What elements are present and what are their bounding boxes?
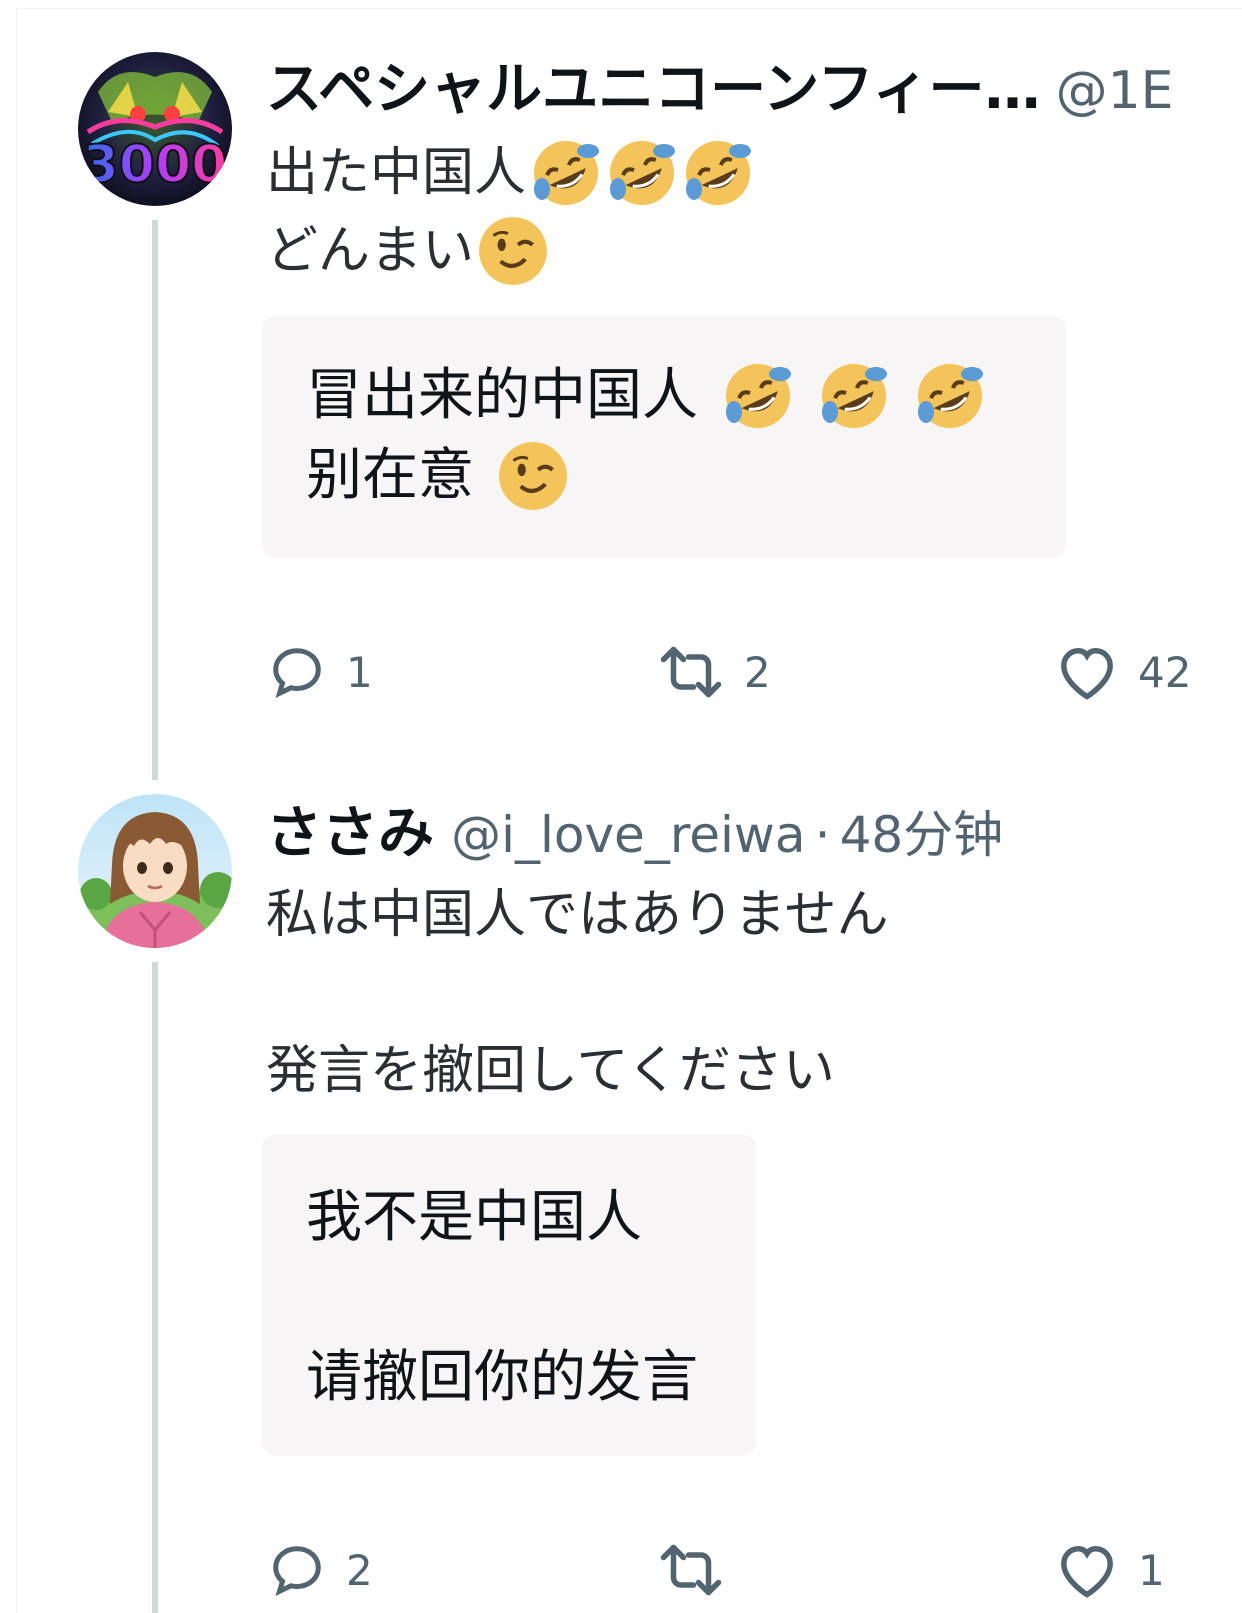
avatar-image: 3000 [78, 52, 232, 206]
text-line-1: 出た中国人 [266, 143, 527, 203]
rolling-on-floor-laughing-emoji [610, 141, 676, 205]
translation-line-1: 冒出来的中国人 [306, 363, 698, 428]
translation-line: 冒出来的中国人 [306, 356, 986, 436]
translation-text: 冒出来的中国人 别在意 [306, 356, 986, 516]
translation-line-spacer [306, 1258, 698, 1338]
tweet-text: 出た中国人 どんまい [266, 134, 754, 290]
retweet-icon [660, 646, 722, 698]
reply-icon [273, 648, 321, 698]
winking-face-emoji [479, 217, 547, 285]
svg-text:3000: 3000 [83, 135, 228, 195]
display-name[interactable]: スペシャルユニコーンフィー… [266, 57, 1040, 122]
like-button[interactable]: 42 [1054, 642, 1191, 702]
tweet-text-line: 出た中国人 [266, 134, 754, 212]
tweet-header: スペシャルユニコーンフィー… @1E [266, 62, 1174, 118]
text-line-1: 私は中国人ではありません [266, 885, 889, 945]
separator: · [814, 806, 831, 864]
text-line-spacer [266, 954, 888, 1032]
tweet-header: ささみ @i_love_reiwa · 48分钟 [266, 806, 1003, 862]
avatar-image [78, 794, 232, 948]
retweet-icon [660, 1544, 722, 1596]
text-line-2: 発言を撤回してください [266, 1041, 835, 1101]
winking-face-emoji [499, 442, 567, 510]
avatar[interactable] [78, 794, 232, 948]
rolling-on-floor-laughing-emoji [822, 364, 887, 428]
translation-line-1: 我不是中国人 [306, 1185, 642, 1250]
like-count: 1 [1138, 1545, 1165, 1595]
translation-line-2: 请撤回你的发言 [306, 1345, 698, 1410]
translation-line-2: 别在意 [306, 443, 474, 508]
thread-line [152, 962, 158, 1613]
tweet-text: 私は中国人ではありません 発言を撤回してください [266, 876, 888, 1110]
like-count: 42 [1138, 647, 1192, 697]
rolling-on-floor-laughing-emoji [918, 364, 983, 428]
text-line-2: どんまい [266, 221, 475, 281]
handle[interactable]: @1E [1056, 61, 1174, 121]
reply-count: 2 [346, 1545, 373, 1595]
reply-button[interactable]: 1 [266, 642, 373, 702]
reply-count: 1 [346, 647, 373, 697]
translation-text: 我不是中国人 请撤回你的发言 [306, 1178, 698, 1418]
retweet-count: 2 [744, 647, 771, 697]
rolling-on-floor-laughing-emoji [534, 141, 600, 205]
rolling-on-floor-laughing-emoji [726, 364, 791, 428]
retweet-button[interactable] [656, 1540, 744, 1600]
rolling-on-floor-laughing-emoji [686, 141, 752, 205]
reply-button[interactable]: 2 [266, 1540, 373, 1600]
translation-line: 别在意 [306, 436, 986, 516]
display-name[interactable]: ささみ [266, 801, 434, 866]
handle[interactable]: @i_love_reiwa [451, 806, 805, 864]
reply-icon [273, 1546, 321, 1596]
like-button[interactable]: 1 [1054, 1540, 1165, 1600]
like-icon [1061, 1545, 1113, 1598]
thread-line [152, 220, 158, 780]
avatar[interactable]: 3000 [78, 52, 232, 206]
tweet-text-line: どんまい [266, 212, 754, 290]
like-icon [1061, 647, 1113, 700]
retweet-button[interactable]: 2 [656, 642, 771, 702]
timestamp[interactable]: 48分钟 [840, 806, 1004, 864]
